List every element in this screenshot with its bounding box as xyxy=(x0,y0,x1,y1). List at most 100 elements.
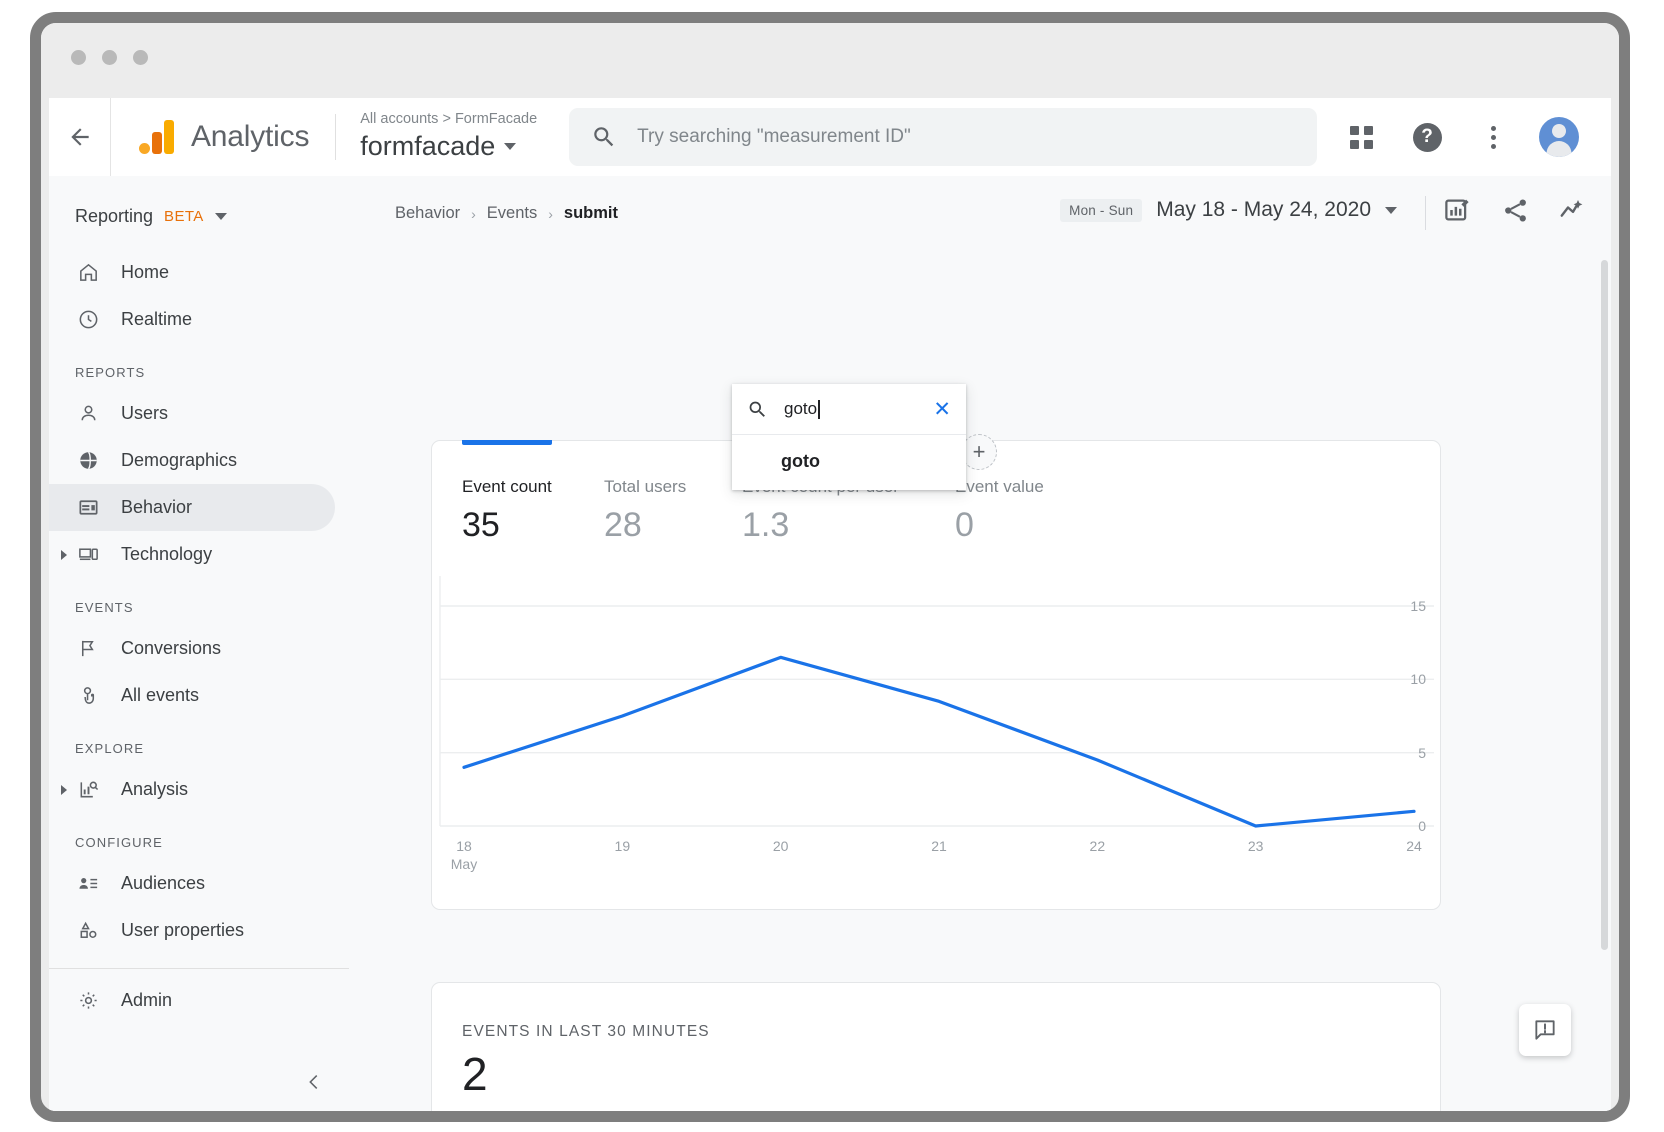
brand-name: Analytics xyxy=(191,120,310,153)
sidebar-item-analysis[interactable]: Analysis xyxy=(49,766,335,813)
x-axis-tick-label: 18 May xyxy=(450,838,478,872)
sidebar-item-label: Technology xyxy=(121,544,213,564)
main-content: Behavior › Events › submit Mon - Sun May… xyxy=(349,176,1611,1111)
realtime-title: EVENTS IN LAST 30 MINUTES xyxy=(462,1023,710,1040)
share-icon[interactable] xyxy=(1499,194,1531,226)
brand-block[interactable]: Analytics xyxy=(111,120,309,154)
date-range-picker[interactable]: Mon - Sun May 18 - May 24, 2020 xyxy=(1060,198,1397,222)
search-suggestion-item[interactable]: goto xyxy=(732,435,966,490)
y-axis-tick-label: 15 xyxy=(1410,598,1426,614)
window-titlebar xyxy=(41,23,1619,98)
event-search-field[interactable]: goto ✕ xyxy=(732,384,966,435)
tap-icon xyxy=(75,683,101,709)
sidebar-item-admin[interactable]: Admin xyxy=(49,977,335,1024)
vertical-scrollbar[interactable] xyxy=(1601,260,1608,950)
y-axis-tick-label: 10 xyxy=(1410,671,1426,688)
sidebar-item-demographics[interactable]: Demographics xyxy=(49,437,335,484)
event-search-dropdown: goto ✕ goto xyxy=(732,384,966,490)
global-search[interactable] xyxy=(569,108,1318,166)
reporting-switcher[interactable]: Reporting BETA xyxy=(49,176,349,249)
behavior-icon xyxy=(75,495,101,521)
sidebar-item-behavior[interactable]: Behavior xyxy=(49,484,335,531)
sidebar-item-home[interactable]: Home xyxy=(49,249,335,296)
app-header: Analytics All accounts > FormFacade form… xyxy=(49,98,1611,176)
gear-icon xyxy=(75,988,101,1014)
insights-icon[interactable] xyxy=(1557,194,1589,226)
account-breadcrumb: All accounts > FormFacade xyxy=(360,111,538,128)
x-axis-tick-label: 22 xyxy=(1089,838,1106,854)
event-metrics-card: Event count 35 Total users 28 Event coun… xyxy=(431,440,1441,910)
flag-icon xyxy=(75,636,101,662)
sidebar-section-reports: REPORTS xyxy=(75,365,146,380)
chevron-down-icon xyxy=(1385,206,1397,214)
feedback-button[interactable] xyxy=(1519,1004,1571,1056)
breadcrumb-item-events[interactable]: Events xyxy=(487,204,537,223)
account-avatar[interactable] xyxy=(1537,115,1581,159)
account-selector[interactable]: All accounts > FormFacade formfacade xyxy=(360,111,538,162)
sidebar-item-label: Admin xyxy=(121,990,173,1010)
sidebar-item-user-properties[interactable]: User properties xyxy=(49,907,335,954)
minimize-window-dot[interactable] xyxy=(102,50,117,65)
sidebar-divider xyxy=(49,968,349,969)
search-input[interactable] xyxy=(637,126,1296,148)
x-axis-tick-label: 24 xyxy=(1406,838,1422,854)
home-icon xyxy=(75,260,101,286)
analytics-logo-icon xyxy=(139,120,175,154)
sidebar-item-conversions[interactable]: Conversions xyxy=(49,625,335,672)
close-window-dot[interactable] xyxy=(71,50,86,65)
help-icon[interactable]: ? xyxy=(1405,115,1449,159)
event-count-line-chart[interactable]: 15 10 5 0 18 May 19 20 21 22 23 24 xyxy=(432,576,1442,886)
back-button[interactable] xyxy=(49,98,111,176)
metric-value: 1.3 xyxy=(742,506,790,544)
x-axis-tick-label: 21 xyxy=(931,838,947,854)
x-axis-tick-label: 20 xyxy=(772,838,789,854)
sidebar-item-label: Conversions xyxy=(121,638,222,658)
devices-icon xyxy=(75,542,101,568)
metric-label: Event value xyxy=(955,477,1044,496)
breadcrumb: Behavior › Events › submit xyxy=(349,176,1611,223)
sidebar-item-technology[interactable]: Technology xyxy=(49,531,335,578)
edit-chart-icon[interactable] xyxy=(1441,194,1473,226)
maximize-window-dot[interactable] xyxy=(133,50,148,65)
active-tab-indicator xyxy=(462,440,552,445)
metric-event-value[interactable]: Event value 0 xyxy=(955,477,1135,545)
sidebar-item-users[interactable]: Users xyxy=(49,390,335,437)
sidebar-item-label: All events xyxy=(121,685,200,705)
realtime-events-card: EVENTS IN LAST 30 MINUTES 2 PARAMETER NA… xyxy=(431,982,1441,1111)
sidebar-section-configure: CONFIGURE xyxy=(75,835,163,850)
header-divider xyxy=(335,114,337,160)
add-comparison-chip[interactable]: + xyxy=(961,434,997,470)
sidebar-item-audiences[interactable]: Audiences xyxy=(49,860,335,907)
sidebar-item-label: Audiences xyxy=(121,873,206,893)
clear-search-icon[interactable]: ✕ xyxy=(933,399,951,420)
property-name: formfacade xyxy=(360,131,496,162)
breadcrumb-separator: › xyxy=(471,205,476,222)
sidebar-section-events: EVENTS xyxy=(75,600,134,615)
metric-event-count[interactable]: Event count 35 xyxy=(462,477,604,545)
sidebar-item-label: User properties xyxy=(121,920,245,940)
reporting-label: Reporting xyxy=(75,206,154,226)
screenshot-root: Analytics All accounts > FormFacade form… xyxy=(0,0,1664,1132)
breadcrumb-item-behavior[interactable]: Behavior xyxy=(395,204,460,223)
metric-value: 0 xyxy=(955,506,974,544)
realtime-value: 2 xyxy=(462,1048,488,1100)
search-icon xyxy=(594,127,614,147)
property-selector[interactable]: formfacade xyxy=(360,131,537,162)
clock-icon xyxy=(75,307,101,333)
metric-label: Event count xyxy=(462,477,552,496)
expand-arrow-icon xyxy=(61,784,67,795)
metric-total-users[interactable]: Total users 28 xyxy=(604,477,742,545)
arrow-left-icon xyxy=(70,128,89,146)
more-vertical-icon[interactable] xyxy=(1471,115,1515,159)
window-controls[interactable] xyxy=(71,50,148,65)
metric-value: 35 xyxy=(462,506,500,544)
sidebar-item-label: Realtime xyxy=(121,309,193,329)
beta-badge: BETA xyxy=(164,208,204,225)
sidebar-item-realtime[interactable]: Realtime xyxy=(49,296,335,343)
sidebar: Reporting BETA Home Realtime REPORTS Use… xyxy=(49,176,349,1111)
collapse-sidebar-button[interactable] xyxy=(303,1071,325,1099)
sidebar-item-label: Behavior xyxy=(121,497,193,517)
apps-grid-icon[interactable] xyxy=(1339,115,1383,159)
sidebar-item-label: Users xyxy=(121,403,169,423)
sidebar-item-all-events[interactable]: All events xyxy=(49,672,335,719)
